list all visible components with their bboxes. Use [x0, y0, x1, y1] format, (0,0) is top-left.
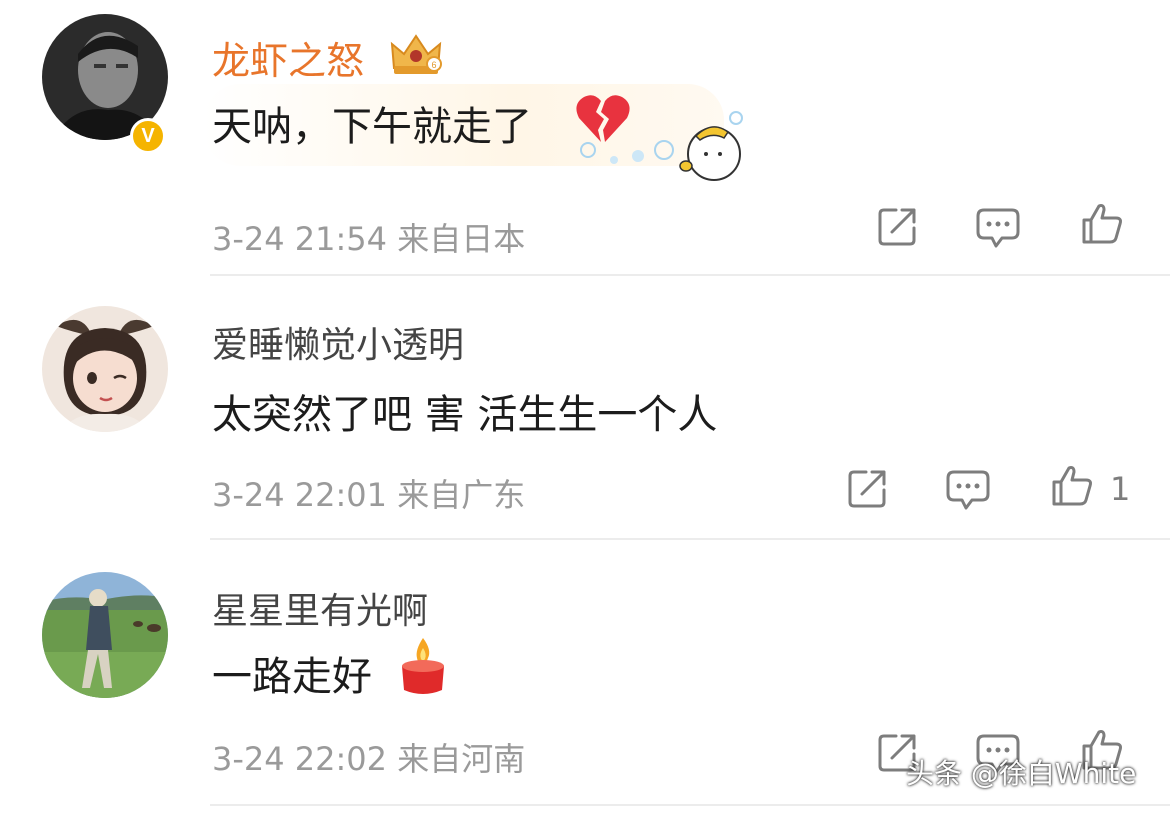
- comment-meta: 3-24 21:54 来自日本: [212, 220, 526, 258]
- share-icon[interactable]: [846, 466, 890, 510]
- share-icon[interactable]: [876, 204, 920, 248]
- comment-text: 一路走好: [212, 654, 372, 700]
- like-count: 1: [1110, 470, 1131, 508]
- verified-badge: V: [130, 118, 166, 154]
- comment-item: 爱睡懒觉小透明 太突然了吧 害 活生生一个人 3-24 22:01 来自广东 1: [0, 306, 1170, 571]
- username[interactable]: 星星里有光啊: [212, 582, 428, 634]
- comment-icon[interactable]: [946, 468, 990, 512]
- username[interactable]: 龙虾之怒: [212, 30, 364, 85]
- candle-emoji: [402, 638, 444, 694]
- divider: [210, 538, 1170, 540]
- avatar[interactable]: [42, 306, 168, 432]
- comment-meta: 3-24 22:01 来自广东: [212, 476, 526, 514]
- username[interactable]: 爱睡懒觉小透明: [212, 316, 464, 368]
- comment-meta: 3-24 22:02 来自河南: [212, 740, 526, 778]
- comment-text: 太突然了吧 害 活生生一个人: [212, 392, 718, 438]
- divider: [210, 804, 1170, 806]
- comment-item: V 龙虾之怒 6 天呐，下午就走了 3-24 21:54 来自日本: [0, 14, 1170, 279]
- comment-text: 天呐，下午就走了: [212, 104, 532, 150]
- sticker-emoji: [580, 111, 743, 181]
- watermark: 头条 @徐白White: [906, 757, 1137, 790]
- thumbs-up-icon[interactable]: [1080, 202, 1124, 246]
- comment-icon[interactable]: [976, 206, 1020, 250]
- svg-text:6: 6: [431, 60, 436, 70]
- thumbs-up-icon[interactable]: [1050, 464, 1094, 508]
- comment-item: 星星里有光啊 一路走好 3-24 22:02 来自河南: [0, 572, 1170, 837]
- crown-badge-icon: 6: [390, 34, 442, 74]
- avatar[interactable]: [42, 572, 168, 698]
- divider: [210, 274, 1170, 276]
